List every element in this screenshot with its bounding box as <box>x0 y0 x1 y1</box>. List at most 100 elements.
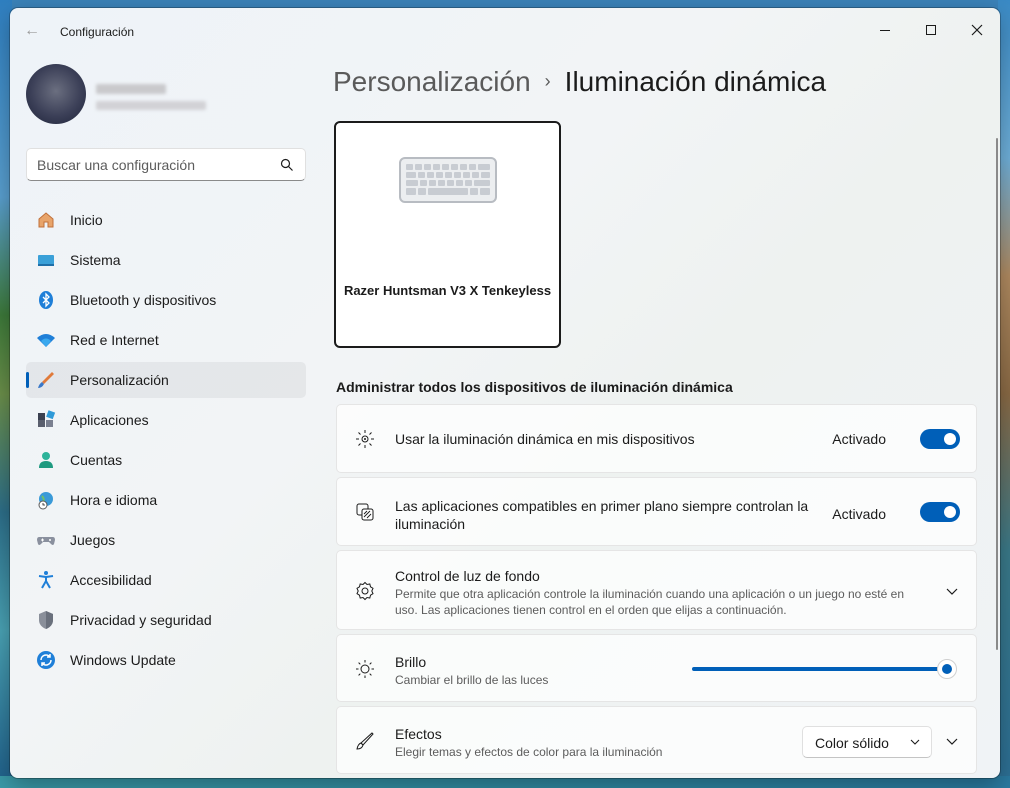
sidebar-item-label: Windows Update <box>70 652 176 668</box>
close-button[interactable] <box>954 14 1000 46</box>
brush-icon <box>36 370 56 390</box>
foreground-apps-label-line2: iluminación <box>395 516 466 532</box>
section-title: Administrar todos los dispositivos de il… <box>336 379 733 395</box>
profile-name-blurred <box>96 84 166 94</box>
title-bar: ← Configuración <box>10 8 1000 52</box>
gear-icon <box>355 581 375 601</box>
foreground-apps-label: Las aplicaciones compatibles en primer p… <box>395 497 808 533</box>
effects-description: Elegir temas y efectos de color para la … <box>395 745 663 759</box>
slider-thumb[interactable] <box>937 659 957 679</box>
brightness-description: Cambiar el brillo de las luces <box>395 673 549 687</box>
sidebar-item-inicio[interactable]: Inicio <box>26 202 306 238</box>
app-title: Configuración <box>60 25 135 39</box>
brightness-slider[interactable] <box>692 659 957 679</box>
brush-icon <box>355 731 375 751</box>
sidebar-item-label: Red e Internet <box>70 332 159 348</box>
foreground-apps-label-line1: Las aplicaciones compatibles en primer p… <box>395 498 809 514</box>
brightness-icon <box>355 659 375 679</box>
device-name: Razer Huntsman V3 X Tenkeyless <box>343 283 552 298</box>
sidebar-item-sistema[interactable]: Sistema <box>26 242 306 278</box>
wifi-icon <box>36 330 56 350</box>
effects-dropdown[interactable]: Color sólido <box>802 726 932 758</box>
foreground-apps-control-row: Las aplicaciones compatibles en primer p… <box>336 477 977 546</box>
chevron-down-icon[interactable] <box>944 583 960 599</box>
search-input[interactable] <box>37 155 272 175</box>
maximize-button[interactable] <box>908 14 954 46</box>
search-box[interactable] <box>26 148 306 181</box>
background-light-control-row[interactable]: Control de luz de fondo Permite que otra… <box>336 550 977 630</box>
minimize-icon <box>880 29 890 31</box>
toggle-knob <box>944 433 956 445</box>
background-control-description-line2: uso. Las aplicaciones tienen control en … <box>395 603 787 617</box>
effects-title: Efectos <box>395 726 442 742</box>
accessibility-icon <box>36 570 56 590</box>
sidebar-item-label: Juegos <box>70 532 116 548</box>
settings-window: ← Configuración Inicio Sistema Bluetooth… <box>10 8 1000 778</box>
back-arrow-icon[interactable]: ← <box>24 22 44 42</box>
sidebar-item-red[interactable]: Red e Internet <box>26 322 306 358</box>
update-icon <box>36 650 56 670</box>
chevron-down-icon[interactable] <box>944 733 960 749</box>
sidebar-item-label: Sistema <box>70 252 121 268</box>
breadcrumb: Personalización › Iluminación dinámica <box>333 66 826 98</box>
sidebar-item-privacidad[interactable]: Privacidad y seguridad <box>26 602 306 638</box>
slider-track <box>692 667 947 671</box>
background-control-description: Permite que otra aplicación controle la … <box>395 586 904 618</box>
keyboard-icon <box>399 157 497 203</box>
chevron-down-icon <box>910 739 920 745</box>
system-icon <box>36 250 56 270</box>
maximize-icon <box>926 25 936 35</box>
device-card[interactable]: Razer Huntsman V3 X Tenkeyless <box>334 121 561 348</box>
sidebar-item-aplicaciones[interactable]: Aplicaciones <box>26 402 306 438</box>
scrollbar[interactable] <box>996 138 998 650</box>
effects-dropdown-value: Color sólido <box>815 735 889 751</box>
sidebar-item-label: Bluetooth y dispositivos <box>70 292 217 308</box>
sidebar-item-accesibilidad[interactable]: Accesibilidad <box>26 562 306 598</box>
sidebar-item-label: Personalización <box>70 372 169 388</box>
effects-row: Efectos Elegir temas y efectos de color … <box>336 706 977 774</box>
sidebar-item-hora-idioma[interactable]: Hora e idioma <box>26 482 306 518</box>
active-indicator <box>26 372 29 388</box>
lighting-sun-icon <box>355 429 375 449</box>
bluetooth-icon <box>36 290 56 310</box>
foreground-apps-state: Activado <box>832 506 886 522</box>
page-title: Iluminación dinámica <box>564 66 827 97</box>
gamepad-icon <box>36 530 56 550</box>
globe-clock-icon <box>36 490 56 510</box>
breadcrumb-parent[interactable]: Personalización <box>333 66 531 97</box>
sidebar-item-bluetooth[interactable]: Bluetooth y dispositivos <box>26 282 306 318</box>
apps-lighting-icon <box>355 502 375 522</box>
sidebar-item-personalizacion[interactable]: Personalización <box>26 362 306 398</box>
slider-thumb-dot <box>942 664 952 674</box>
sidebar-item-cuentas[interactable]: Cuentas <box>26 442 306 478</box>
sidebar-item-juegos[interactable]: Juegos <box>26 522 306 558</box>
use-dynamic-lighting-toggle[interactable] <box>920 429 960 449</box>
breadcrumb-separator: › <box>544 71 551 91</box>
apps-icon <box>36 410 56 430</box>
sidebar-nav: Inicio Sistema Bluetooth y dispositivos … <box>26 202 306 682</box>
use-dynamic-lighting-state: Activado <box>832 431 886 447</box>
sidebar-item-windows-update[interactable]: Windows Update <box>26 642 306 678</box>
sidebar-item-label: Hora e idioma <box>70 492 158 508</box>
avatar[interactable] <box>26 64 86 124</box>
brightness-title: Brillo <box>395 654 427 670</box>
close-icon <box>971 24 983 36</box>
sidebar-item-label: Inicio <box>70 212 103 228</box>
brightness-row: Brillo Cambiar el brillo de las luces <box>336 634 977 702</box>
use-dynamic-lighting-row: Usar la iluminación dinámica en mis disp… <box>336 404 977 473</box>
minimize-button[interactable] <box>862 14 908 46</box>
sidebar-item-label: Aplicaciones <box>70 412 149 428</box>
search-icon[interactable] <box>279 157 295 173</box>
sidebar-item-label: Cuentas <box>70 452 123 468</box>
shield-icon <box>36 610 56 630</box>
background-control-description-line1: Permite que otra aplicación controle la … <box>395 587 904 601</box>
profile-email-blurred <box>96 101 206 110</box>
person-icon <box>36 450 56 470</box>
toggle-knob <box>944 506 956 518</box>
background-control-title: Control de luz de fondo <box>395 568 540 584</box>
home-icon <box>36 210 56 230</box>
use-dynamic-lighting-label: Usar la iluminación dinámica en mis disp… <box>395 431 695 447</box>
foreground-apps-toggle[interactable] <box>920 502 960 522</box>
sidebar-item-label: Accesibilidad <box>70 572 152 588</box>
sidebar-item-label: Privacidad y seguridad <box>70 612 212 628</box>
